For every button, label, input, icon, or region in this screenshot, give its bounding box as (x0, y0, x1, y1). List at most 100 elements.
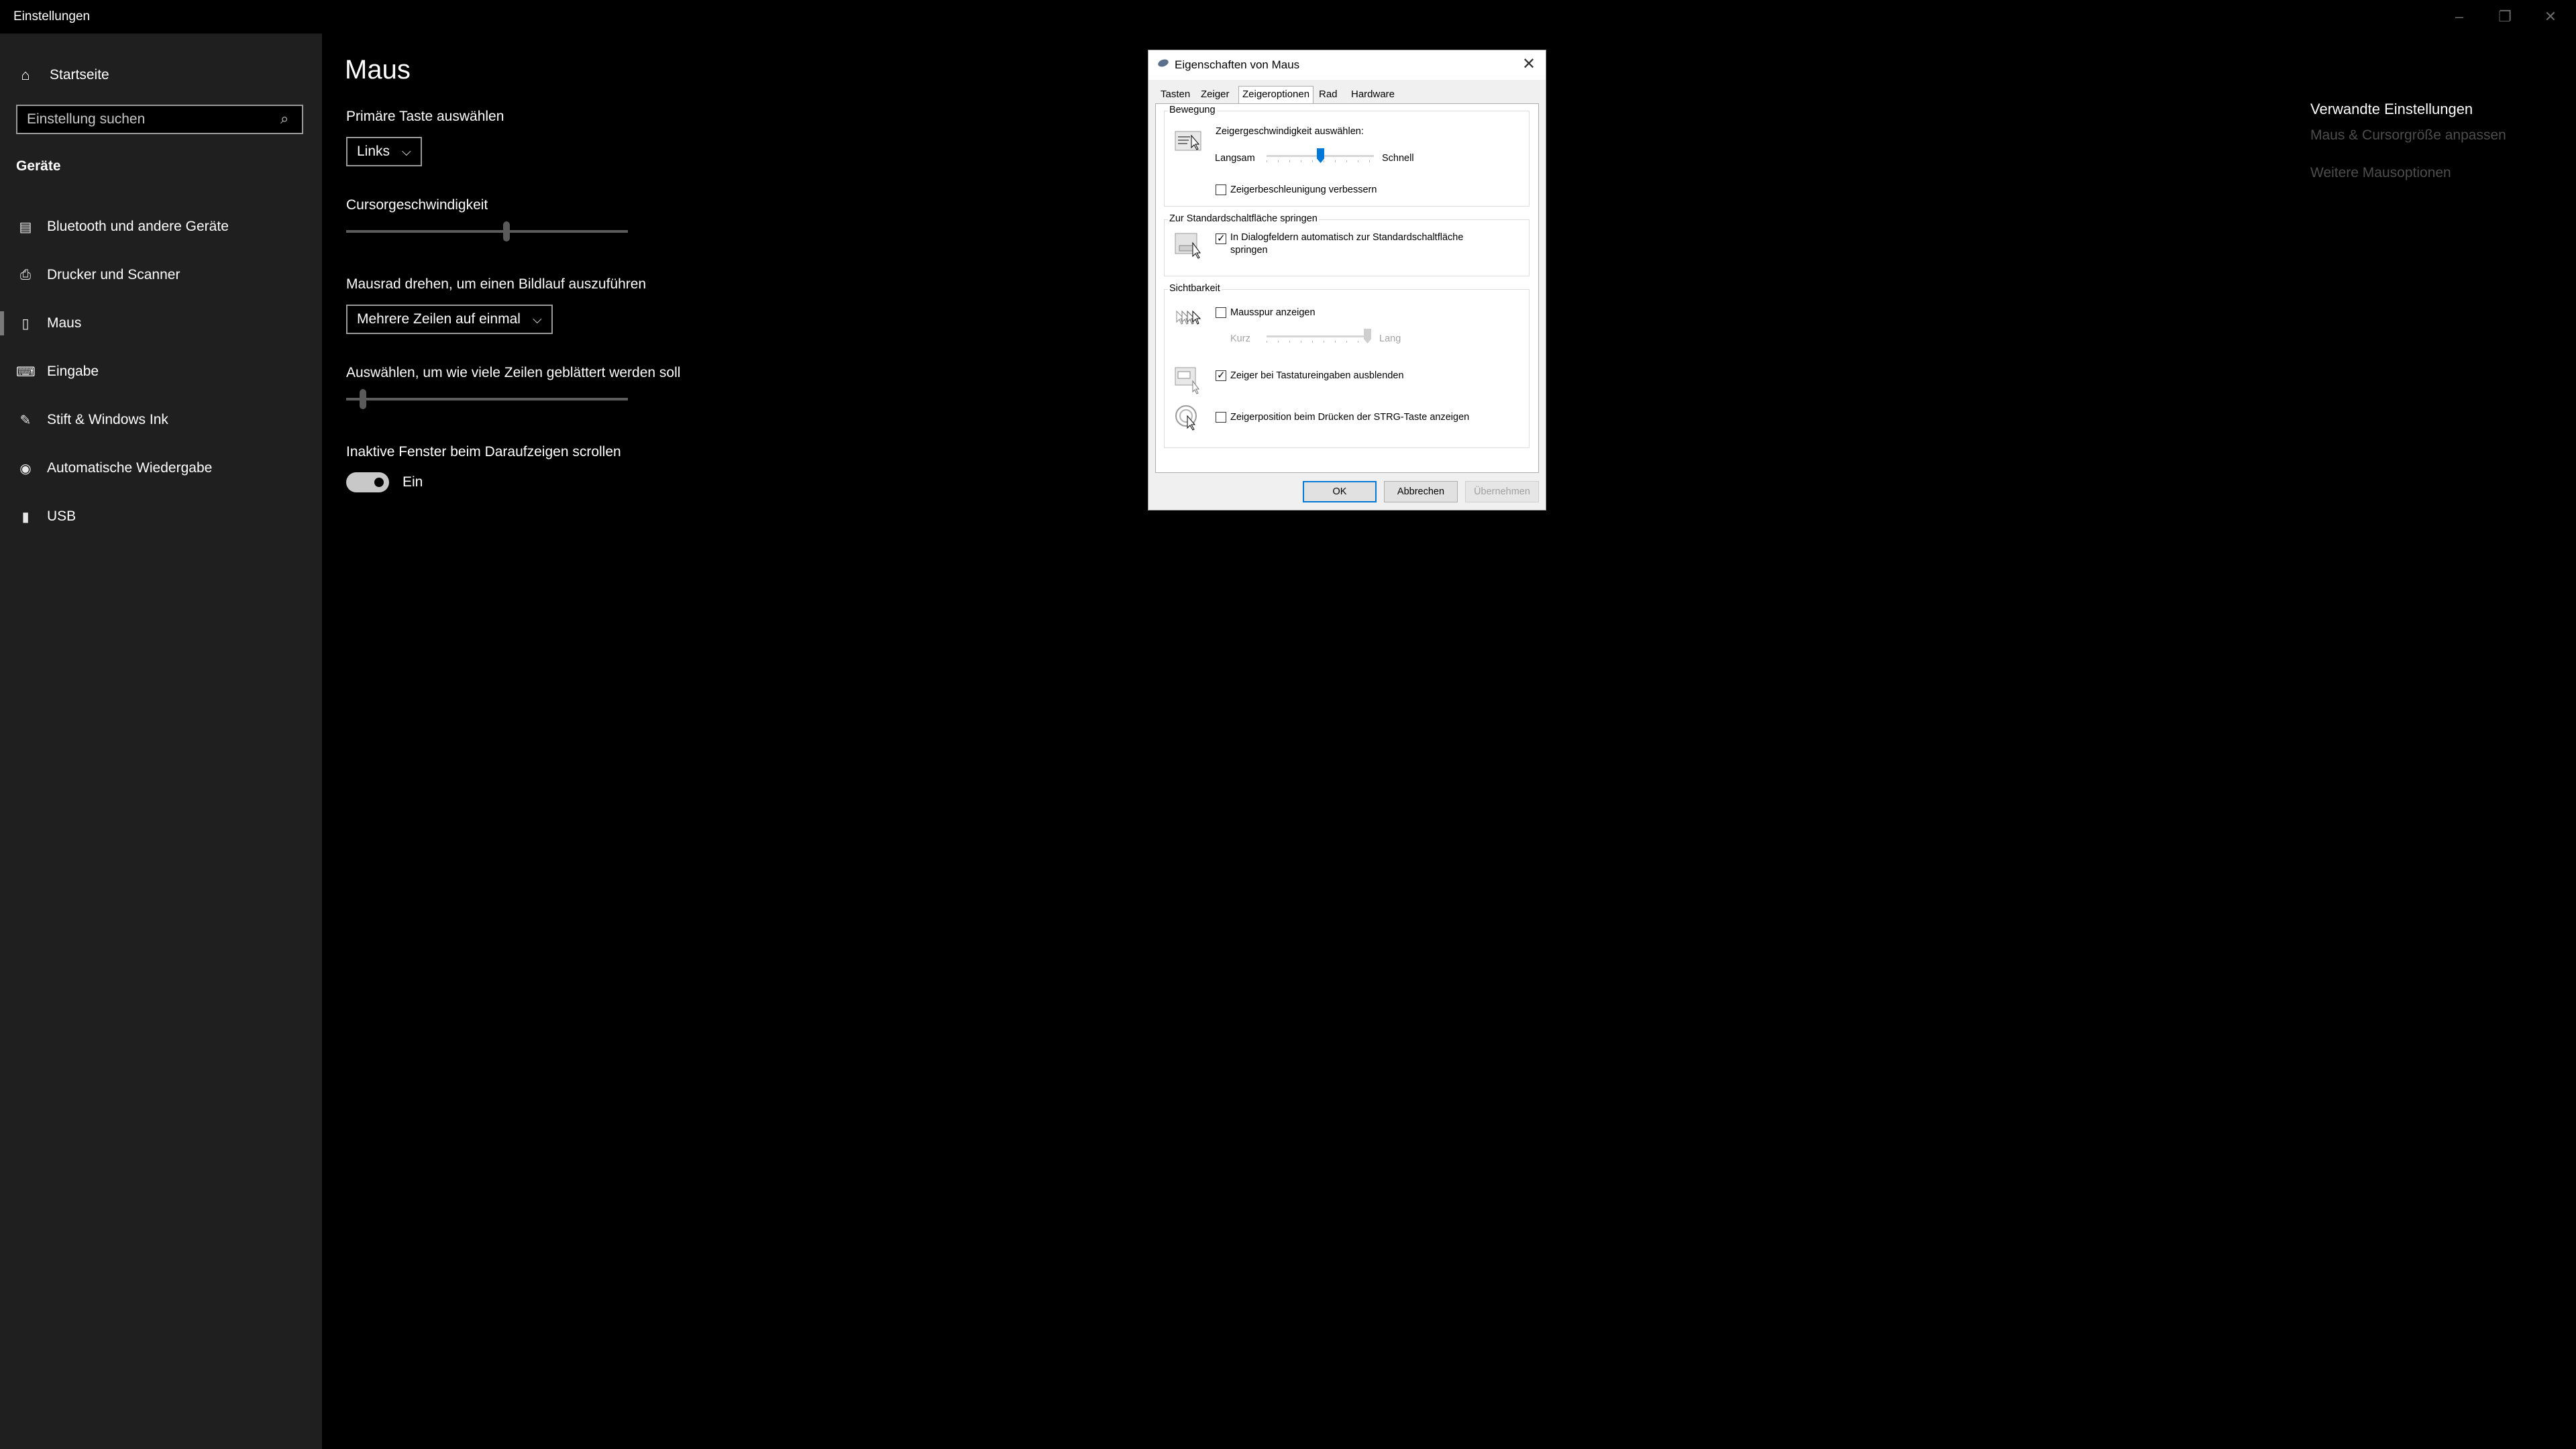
sidebar-item-printers[interactable]: ⎙ Drucker und Scanner (0, 251, 322, 299)
pointer-speed-icon (1175, 131, 1201, 151)
trails-long-label: Lang (1379, 333, 1401, 344)
trail-length-slider[interactable] (1267, 329, 1371, 345)
keyboard-icon: ⌨ (16, 364, 36, 380)
show-location-checkbox[interactable] (1216, 412, 1226, 423)
slider-track (1267, 335, 1367, 337)
tab-wheel[interactable]: Rad (1319, 89, 1338, 103)
toggle-knob (374, 478, 384, 487)
sidebar-item-typing[interactable]: ⌨ Eingabe (0, 347, 322, 396)
slider-track (346, 230, 628, 233)
pointer-trails-checkbox[interactable] (1216, 307, 1226, 318)
dialog-title: Eigenschaften von Maus (1175, 58, 1300, 71)
tab-panel: Bewegung Zeigergeschwindigkeit auswählen… (1155, 103, 1539, 473)
sidebar-item-usb[interactable]: ▮ USB (0, 492, 322, 541)
search-icon[interactable]: ⌕ (280, 110, 288, 127)
speed-fast-label: Schnell (1382, 153, 1414, 164)
sidebar-item-label: Drucker und Scanner (47, 267, 180, 282)
snap-to-checkbox[interactable] (1216, 232, 1226, 244)
speed-slow-label: Langsam (1215, 153, 1255, 164)
cursor-speed-slider[interactable] (346, 221, 628, 241)
group-motion: Bewegung Zeigergeschwindigkeit auswählen… (1164, 105, 1529, 207)
apply-button[interactable]: Übernehmen (1465, 481, 1539, 502)
sidebar-item-label: Stift & Windows Ink (47, 412, 168, 427)
nav-home-label: Startseite (50, 67, 109, 83)
speed-label: Zeigergeschwindigkeit auswählen: (1216, 126, 1364, 137)
hide-pointer-checkbox[interactable] (1216, 369, 1226, 381)
tab-pointer-options[interactable]: Zeigeroptionen (1238, 86, 1314, 104)
primary-button-dropdown[interactable]: Links ⌵ (346, 137, 422, 166)
inactive-scroll-toggle[interactable] (346, 472, 389, 492)
scroll-wheel-label: Mausrad drehen, um einen Bildlauf auszuf… (346, 276, 647, 292)
group-snap-to: Zur Standardschaltfläche springen In Dia… (1164, 213, 1529, 276)
mouse-icon (1157, 58, 1170, 68)
acceleration-checkbox[interactable] (1216, 184, 1226, 195)
group-title: Bewegung (1168, 105, 1217, 115)
lines-to-scroll-label: Auswählen, um wie viele Zeilen geblätter… (346, 365, 681, 380)
chevron-down-icon: ⌵ (532, 312, 542, 326)
nav-home[interactable]: ⌂ Startseite (16, 63, 109, 87)
show-location-label: Zeigerposition beim Drücken der STRG-Tas… (1230, 412, 1470, 423)
scroll-wheel-value: Mehrere Zeilen auf einmal (357, 311, 521, 327)
show-location-icon (1175, 405, 1197, 431)
sidebar-item-pen[interactable]: ✎ Stift & Windows Ink (0, 396, 322, 444)
toggle-state: Ein (402, 474, 423, 490)
trails-short-label: Kurz (1230, 333, 1250, 344)
cursor-speed-label: Cursorgeschwindigkeit (346, 197, 488, 213)
title-bar: Einstellungen – ❐ ✕ (0, 0, 2576, 34)
mouse-properties-dialog: Eigenschaften von Maus ✕ Tasten Zeiger Z… (1148, 50, 1546, 511)
sidebar-item-mouse[interactable]: ▯ Maus (0, 299, 322, 347)
home-icon: ⌂ (21, 66, 30, 83)
restore-button[interactable]: ❐ (2491, 5, 2518, 28)
primary-button-value: Links (357, 144, 390, 159)
slider-thumb[interactable] (360, 389, 367, 409)
sidebar-item-label: Eingabe (47, 364, 99, 379)
usb-icon: ▮ (21, 509, 30, 525)
dialog-close-button[interactable]: ✕ (1519, 54, 1539, 74)
tab-buttons[interactable]: Tasten (1161, 89, 1190, 103)
related-settings-title: Verwandte Einstellungen (2310, 101, 2473, 117)
pointer-trails-label: Mausspur anzeigen (1230, 307, 1316, 318)
pen-icon: ✎ (19, 413, 32, 428)
sidebar-item-label: Bluetooth und andere Geräte (47, 219, 229, 234)
sidebar-item-bluetooth[interactable]: ▤ Bluetooth und andere Geräte (0, 203, 322, 251)
sidebar: ⌂ Startseite ⌕ Geräte ▤ Bluetooth und an… (0, 34, 322, 1449)
slider-ticks (1267, 341, 1367, 343)
hide-pointer-icon (1175, 367, 1199, 394)
lines-to-scroll-slider[interactable] (346, 389, 628, 409)
app-title: Einstellungen (13, 9, 91, 23)
nav-list: ▤ Bluetooth und andere Geräte ⎙ Drucker … (0, 203, 322, 541)
scroll-wheel-dropdown[interactable]: Mehrere Zeilen auf einmal ⌵ (346, 305, 553, 334)
autoplay-icon: ◉ (19, 461, 32, 476)
cancel-button[interactable]: Abbrechen (1384, 481, 1458, 502)
ok-button[interactable]: OK (1303, 481, 1377, 502)
search-input[interactable] (16, 105, 303, 134)
snap-to-label-line1: In Dialogfeldern automatisch zur Standar… (1230, 232, 1464, 243)
group-title: Sichtbarkeit (1168, 283, 1222, 294)
pointer-speed-slider[interactable] (1267, 148, 1374, 164)
hide-pointer-label: Zeiger bei Tastatureingaben ausblenden (1230, 370, 1404, 381)
close-button[interactable]: ✕ (2537, 5, 2564, 28)
section-title: Geräte (16, 158, 61, 174)
slider-thumb[interactable] (503, 221, 511, 241)
group-visibility: Sichtbarkeit Mausspur anzeigen Kurz Lang (1164, 283, 1529, 448)
bluetooth-devices-icon: ▤ (19, 219, 32, 235)
snap-to-label-line2: springen (1230, 245, 1268, 256)
link-more-mouse-options[interactable]: Weitere Mausoptionen (2310, 165, 2506, 181)
related-settings: Verwandte Einstellungen Maus & Cursorgrö… (2310, 101, 2506, 181)
tab-pointers[interactable]: Zeiger (1201, 89, 1230, 103)
dialog-title-bar: Eigenschaften von Maus ✕ (1148, 50, 1546, 80)
sidebar-item-label: Automatische Wiedergabe (47, 460, 213, 476)
chevron-down-icon: ⌵ (402, 144, 411, 158)
group-title: Zur Standardschaltfläche springen (1168, 213, 1319, 224)
snap-to-icon (1175, 233, 1201, 259)
sidebar-item-autoplay[interactable]: ◉ Automatische Wiedergabe (0, 444, 322, 492)
primary-button-label: Primäre Taste auswählen (346, 109, 504, 124)
tab-hardware[interactable]: Hardware (1351, 89, 1395, 103)
slider-track (346, 398, 628, 400)
minimize-button[interactable]: – (2446, 5, 2473, 28)
link-cursor-size[interactable]: Maus & Cursorgröße anpassen (2310, 127, 2506, 144)
sidebar-item-label: USB (47, 508, 76, 524)
mouse-icon: ▯ (21, 316, 30, 331)
page-title: Maus (345, 55, 411, 85)
sidebar-item-label: Maus (47, 315, 82, 331)
